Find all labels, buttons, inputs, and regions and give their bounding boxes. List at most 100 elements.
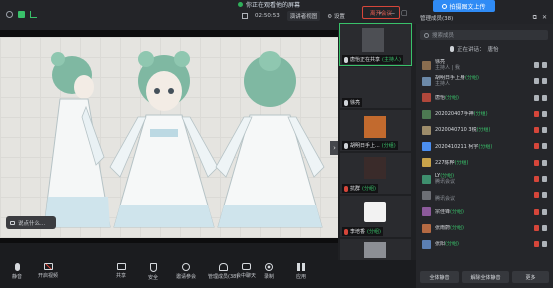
camera-icon[interactable] xyxy=(542,159,547,166)
unmute-all-button[interactable]: 解除全体静音 xyxy=(462,271,509,283)
participant-row[interactable]: 2020040710 3锐(分组) xyxy=(416,122,553,138)
video-tile[interactable]: 抗群 (分组) xyxy=(340,153,411,194)
microphone-off-icon[interactable] xyxy=(534,224,539,231)
camera-icon[interactable] xyxy=(542,62,547,68)
participant-row[interactable]: LY(分组) 腾讯会议 xyxy=(416,171,553,187)
video-tile-label: 徐亮 xyxy=(342,98,363,107)
camera-icon[interactable] xyxy=(542,78,547,85)
participant-row[interactable]: 徐亮 主持人 | 我 xyxy=(416,57,553,73)
mic-button[interactable]: 静音 xyxy=(12,263,22,280)
microphone-off-icon[interactable] xyxy=(534,176,539,183)
camera-icon[interactable] xyxy=(542,143,547,150)
video-button[interactable]: 开启视频 xyxy=(38,263,58,279)
video-tile[interactable]: 胡明日手上... (分组) xyxy=(340,110,411,151)
participant-row[interactable]: 202020407手神(分组) xyxy=(416,106,553,122)
info-icon[interactable] xyxy=(6,11,13,18)
microphone-off-icon[interactable] xyxy=(534,192,539,199)
participant-row[interactable]: 胡明日手上身(分组) 主持人 xyxy=(416,73,553,89)
participant-status-icons xyxy=(534,159,547,166)
back-view-figure xyxy=(215,51,325,228)
camera-off-icon xyxy=(43,263,53,270)
participant-info: 227陈桦(分组) xyxy=(435,160,525,166)
speaking-indicator: 正在讲话： 唐怡 xyxy=(416,44,553,54)
camera-icon[interactable] xyxy=(542,192,547,199)
participant-status-icons xyxy=(534,208,547,215)
microphone-icon xyxy=(450,46,454,52)
camera-icon[interactable] xyxy=(542,176,547,183)
video-tile[interactable]: 徐亮 xyxy=(340,67,411,108)
leave-meeting-button[interactable]: 离开会议 xyxy=(362,6,400,19)
invite-button[interactable]: 邀请参会 xyxy=(176,263,196,280)
microphone-off-icon[interactable] xyxy=(534,208,539,215)
front-view-figure xyxy=(109,51,219,228)
microphone-icon xyxy=(344,142,348,149)
record-button[interactable]: 录制 xyxy=(264,263,274,280)
participant-name: 227陈桦 xyxy=(435,159,455,166)
avatar xyxy=(422,142,431,152)
participant-info: 徐亮 主持人 | 我 xyxy=(435,59,525,71)
participant-row[interactable]: 腾讯会议 xyxy=(416,187,553,203)
camera-icon[interactable] xyxy=(542,110,547,117)
camera-icon[interactable] xyxy=(542,224,547,231)
network-icon[interactable] xyxy=(30,11,37,18)
video-tile[interactable] xyxy=(340,239,411,260)
settings-button[interactable]: ⚙ 设置 xyxy=(327,12,345,20)
participant-status-icons xyxy=(534,224,547,231)
participant-row[interactable]: 张雨蔚(分组) xyxy=(416,220,553,236)
share-button[interactable]: 共享 xyxy=(116,263,126,279)
popout-icon[interactable]: ⧉ xyxy=(533,14,537,22)
microphone-off-icon[interactable] xyxy=(534,159,539,166)
members-button[interactable]: 管理成员(38) xyxy=(208,263,238,280)
video-tile-label: 李培香 (分组) xyxy=(342,227,383,236)
maximize-icon[interactable]: ▢ xyxy=(401,9,408,18)
participant-status-icons xyxy=(534,110,547,117)
panel-title: 管理成员(38) xyxy=(420,16,454,22)
participant-row[interactable]: 2020410211 柯宇(分组) xyxy=(416,138,553,154)
shared-screen xyxy=(0,30,338,243)
more-button[interactable]: 更多 xyxy=(511,271,549,283)
chat-button[interactable]: 会中聊天 xyxy=(236,263,256,279)
video-tile[interactable]: 李培香 (分组) xyxy=(340,196,411,237)
avatar xyxy=(364,242,386,258)
microphone-icon[interactable] xyxy=(534,62,539,68)
microphone-off-icon[interactable] xyxy=(534,241,539,248)
security-button[interactable]: 安全 xyxy=(148,263,158,281)
chat-input-chip[interactable]: 说点什么... xyxy=(6,216,56,229)
video-tag: (分组) xyxy=(381,143,396,149)
microphone-off-icon[interactable] xyxy=(534,143,539,150)
close-icon[interactable]: ✕ xyxy=(542,14,547,22)
camera-icon[interactable] xyxy=(542,127,547,134)
settings-label: 设置 xyxy=(333,14,345,20)
member-search-input[interactable]: 搜索成员 xyxy=(420,30,548,40)
participant-role: 主持人 | 我 xyxy=(435,65,460,72)
microphone-off-icon[interactable] xyxy=(534,127,539,134)
apps-button[interactable]: 应用 xyxy=(296,263,306,280)
shield-status-icon[interactable] xyxy=(18,11,25,18)
avatar xyxy=(362,28,384,52)
invite-label: 邀请参会 xyxy=(176,274,197,280)
upload-button[interactable]: 拍摄图文上传 xyxy=(433,0,495,12)
character-drawing xyxy=(43,51,325,228)
participant-name: 唐怡 xyxy=(435,94,446,101)
microphone-off-icon[interactable] xyxy=(534,110,539,117)
video-tile[interactable]: 唐怡正在共享 (主持人) xyxy=(339,23,412,66)
avatar xyxy=(364,157,386,179)
camera-icon[interactable] xyxy=(542,208,547,215)
view-mode-button[interactable]: 演讲者视图 xyxy=(286,11,321,21)
participant-row[interactable]: 唐怡(分组) xyxy=(416,90,553,106)
participant-info: 2020410211 柯宇(分组) xyxy=(435,144,525,150)
participant-row[interactable]: 张阳(分组) xyxy=(416,236,553,252)
mute-all-button[interactable]: 全体静音 xyxy=(420,271,460,283)
participant-row[interactable]: 宗佳锋(分组) xyxy=(416,204,553,220)
participant-name: 202020407手神 xyxy=(435,111,474,118)
search-placeholder: 搜索成员 xyxy=(432,33,455,39)
microphone-icon[interactable] xyxy=(534,78,539,85)
video-tag: (主持人) xyxy=(382,57,401,63)
fullscreen-icon[interactable] xyxy=(242,13,248,19)
video-tile-label: 抗群 (分组) xyxy=(342,184,378,193)
upload-icon xyxy=(442,3,448,9)
participant-row[interactable]: 227陈桦(分组) xyxy=(416,155,553,171)
camera-icon[interactable] xyxy=(542,94,547,101)
camera-icon[interactable] xyxy=(542,241,547,248)
microphone-icon[interactable] xyxy=(534,94,539,101)
